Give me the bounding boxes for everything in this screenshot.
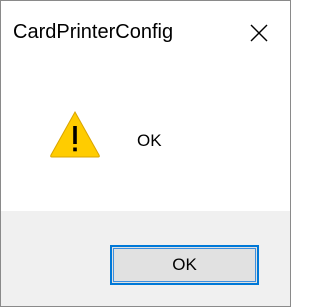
close-icon: [250, 24, 268, 42]
title-bar[interactable]: CardPrinterConfig: [1, 1, 290, 65]
warning-icon: [50, 110, 100, 158]
button-bar: OK: [1, 211, 290, 306]
window-title: CardPrinterConfig: [13, 21, 174, 43]
close-button[interactable]: [237, 15, 281, 51]
message-text: OK: [137, 131, 162, 150]
ok-button[interactable]: OK: [110, 245, 259, 285]
message-area: OK: [1, 65, 290, 211]
message-box-dialog: CardPrinterConfig OK OK: [0, 0, 291, 307]
